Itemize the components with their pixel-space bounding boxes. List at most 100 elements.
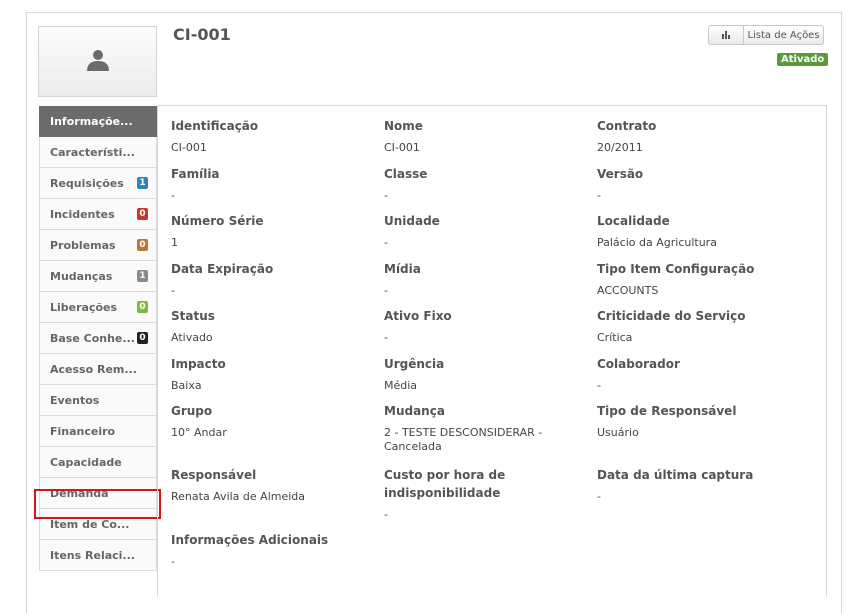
- field-value: -: [384, 236, 388, 249]
- field-custo-hora: Custo por hora de indisponibilidade -: [384, 466, 544, 522]
- field-midia: Mídia -: [384, 260, 584, 298]
- sidebar-item[interactable]: Financeiro: [39, 416, 157, 447]
- field-label: Informações Adicionais: [171, 533, 329, 547]
- sidebar-item[interactable]: Informaçõe...: [39, 106, 157, 137]
- field-impacto: Impacto Baixa: [171, 355, 371, 393]
- field-value: ACCOUNTS: [597, 284, 659, 297]
- field-value: -: [171, 555, 175, 568]
- field-info-adicionais: Informações Adicionais -: [171, 531, 371, 569]
- field-value: -: [597, 379, 601, 392]
- field-label: Data Expiração: [171, 262, 274, 276]
- actions-list-button[interactable]: Lista de Ações: [744, 25, 824, 45]
- sidebar-item-label: Acesso Rem...: [50, 362, 137, 376]
- field-data-captura: Data da última captura -: [597, 466, 797, 504]
- field-label: Data da última captura: [597, 468, 754, 482]
- field-label: Status: [171, 309, 215, 323]
- field-value: -: [384, 284, 388, 297]
- field-nome: Nome CI-001: [384, 117, 584, 155]
- field-numero-serie: Número Série 1: [171, 212, 371, 250]
- field-urgencia: Urgência Média: [384, 355, 584, 393]
- field-value: Palácio da Agricultura: [597, 236, 717, 249]
- field-value: -: [384, 331, 388, 344]
- count-badge: 0: [137, 208, 148, 220]
- sidebar-item[interactable]: Eventos: [39, 385, 157, 416]
- sidebar-item[interactable]: Demanda: [39, 478, 157, 509]
- field-label: Criticidade do Serviço: [597, 309, 746, 323]
- sidebar-item-label: Informaçõe...: [50, 115, 133, 128]
- field-label: Mídia: [384, 262, 421, 276]
- field-data-expiracao: Data Expiração -: [171, 260, 371, 298]
- field-value: 20/2011: [597, 141, 643, 154]
- field-localidade: Localidade Palácio da Agricultura: [597, 212, 797, 250]
- page-title: CI-001: [173, 25, 231, 44]
- chart-button[interactable]: [708, 25, 744, 45]
- count-badge: 1: [137, 177, 148, 189]
- field-label: Número Série: [171, 214, 264, 228]
- sidebar-item[interactable]: Mudanças 1: [39, 261, 157, 292]
- sidebar-item-label: Característi...: [50, 145, 135, 159]
- field-classe: Classe -: [384, 165, 584, 203]
- field-familia: Família -: [171, 165, 371, 203]
- sidebar-item-label: Eventos: [50, 393, 100, 407]
- sidebar-item-label: Requisições: [50, 176, 124, 190]
- field-value: 1: [171, 236, 178, 249]
- field-value: Ativado: [171, 331, 213, 344]
- field-label: Família: [171, 167, 220, 181]
- sidebar-item[interactable]: Liberações 0: [39, 292, 157, 323]
- field-value: Renata Avila de Almeida: [171, 490, 306, 503]
- field-tipo-responsavel: Tipo de Responsável Usuário: [597, 402, 797, 440]
- sidebar-item-label: Problemas: [50, 238, 116, 252]
- sidebar-item[interactable]: Item de Co...: [39, 509, 157, 540]
- field-label: Colaborador: [597, 357, 680, 371]
- sidebar-item[interactable]: Itens Relaci...: [39, 540, 157, 571]
- sidebar-item[interactable]: Incidentes 0: [39, 199, 157, 230]
- user-icon: [87, 50, 109, 71]
- field-unidade: Unidade -: [384, 212, 584, 250]
- field-value: CI-001: [171, 141, 207, 154]
- sidebar-item[interactable]: Acesso Rem...: [39, 354, 157, 385]
- field-label: Tipo de Responsável: [597, 404, 737, 418]
- field-label: Unidade: [384, 214, 440, 228]
- sidebar-item-label: Item de Co...: [50, 517, 130, 531]
- sidebar-item[interactable]: Capacidade: [39, 447, 157, 478]
- field-value: -: [171, 284, 175, 297]
- field-value: CI-001: [384, 141, 420, 154]
- field-colaborador: Colaborador -: [597, 355, 797, 393]
- sidebar-item[interactable]: Característi...: [39, 137, 157, 168]
- field-tipo-item: Tipo Item Configuração ACCOUNTS: [597, 260, 797, 298]
- sidebar-item-label: Incidentes: [50, 207, 115, 221]
- sidebar-item-label: Liberações: [50, 300, 118, 314]
- count-badge: 0: [137, 301, 148, 313]
- field-status: Status Ativado: [171, 307, 371, 345]
- field-identificacao: Identificação CI-001: [171, 117, 371, 155]
- count-badge: 0: [137, 239, 148, 251]
- bar-chart-icon: [722, 31, 730, 39]
- sidebar-item[interactable]: Base Conhe... 0: [39, 323, 157, 354]
- field-value: -: [597, 490, 601, 503]
- field-contrato: Contrato 20/2011: [597, 117, 797, 155]
- status-badge: Ativado: [777, 53, 829, 66]
- sidebar-nav: Informaçõe... Característi... Requisições 1…: [39, 106, 157, 571]
- sidebar-item[interactable]: Problemas 0: [39, 230, 157, 261]
- field-responsavel: Responsável Renata Avila de Almeida: [171, 466, 371, 504]
- field-value: 10° Andar: [171, 426, 227, 439]
- field-label: Grupo: [171, 404, 213, 418]
- field-label: Classe: [384, 167, 428, 181]
- field-versao: Versão -: [597, 165, 797, 203]
- field-value: 2 - TESTE DESCONSIDERAR - Cancelada: [384, 426, 543, 453]
- sidebar-item[interactable]: Requisições 1: [39, 168, 157, 199]
- field-value: -: [597, 189, 601, 202]
- field-criticidade: Criticidade do Serviço Crítica: [597, 307, 797, 345]
- field-label: Custo por hora de indisponibilidade: [384, 468, 506, 500]
- field-mudanca: Mudança 2 - TESTE DESCONSIDERAR - Cancela…: [384, 402, 559, 454]
- field-label: Contrato: [597, 119, 657, 133]
- sidebar-item-label: Financeiro: [50, 424, 116, 438]
- sidebar-item-label: Base Conhe...: [50, 331, 135, 345]
- field-value: -: [171, 189, 175, 202]
- field-value: Baixa: [171, 379, 202, 392]
- field-label: Impacto: [171, 357, 226, 371]
- field-grupo: Grupo 10° Andar: [171, 402, 371, 440]
- ci-avatar: [38, 26, 157, 97]
- sidebar-item-label: Mudanças: [50, 269, 113, 283]
- field-label: Versão: [597, 167, 644, 181]
